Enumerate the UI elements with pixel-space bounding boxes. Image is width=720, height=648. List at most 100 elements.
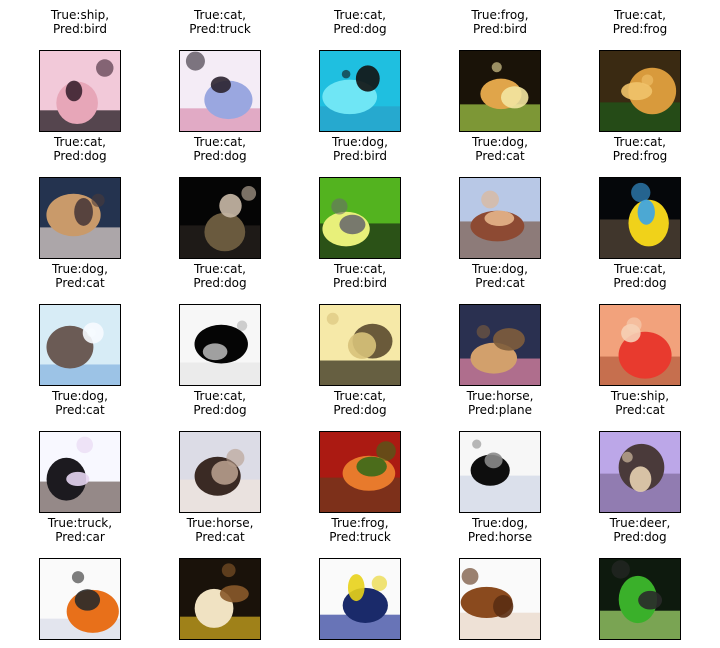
- image-detail: [74, 198, 93, 226]
- pred-label: Pred:cat: [475, 149, 525, 163]
- pred-label: Pred:dog: [613, 276, 667, 290]
- image-caption: True:frog, Pred:bird: [430, 8, 570, 36]
- sample-image: [179, 558, 261, 640]
- sample-image-content: [460, 305, 540, 385]
- true-label: True:truck,: [47, 516, 113, 530]
- image-highlight: [221, 563, 236, 578]
- image-detail: [347, 332, 377, 359]
- sample-image: [179, 304, 261, 386]
- image-caption: True:dog, Pred:cat: [10, 389, 150, 417]
- true-label: True:cat,: [193, 262, 246, 276]
- sample-image-content: [460, 51, 540, 131]
- sample-image: [39, 431, 121, 513]
- image-caption: True:cat, Pred:dog: [290, 389, 430, 417]
- image-highlight: [476, 325, 491, 339]
- image-detail: [210, 76, 231, 93]
- pred-label: Pred:dog: [53, 149, 107, 163]
- pred-label: Pred:dog: [333, 403, 387, 417]
- sample-image-content: [600, 51, 680, 131]
- true-label: True:dog,: [52, 389, 108, 403]
- image-highlight: [96, 59, 114, 77]
- grid-cell: True:dog, Pred:horse: [430, 516, 570, 640]
- image-highlight: [71, 571, 85, 584]
- pred-label: Pred:cat: [55, 276, 105, 290]
- true-label: True:cat,: [193, 389, 246, 403]
- true-label: True:dog,: [52, 262, 108, 276]
- pred-label: Pred:bird: [332, 149, 388, 163]
- image-highlight: [185, 51, 205, 71]
- sample-image-content: [180, 305, 260, 385]
- true-label: True:cat,: [613, 262, 666, 276]
- grid-cell: True:frog, Pred:bird: [430, 8, 570, 132]
- image-subject: [204, 212, 246, 252]
- image-caption: True:dog, Pred:cat: [430, 135, 570, 163]
- true-label: True:horse,: [186, 516, 254, 530]
- true-label: True:ship,: [50, 8, 110, 22]
- true-label: True:cat,: [193, 135, 246, 149]
- image-highlight: [491, 62, 502, 73]
- image-highlight: [371, 575, 388, 591]
- sample-image: [459, 177, 541, 259]
- sample-image: [39, 177, 121, 259]
- sample-image-content: [180, 432, 260, 512]
- true-label: True:cat,: [333, 262, 386, 276]
- image-caption: True:dog, Pred:horse: [430, 516, 570, 544]
- sample-image-content: [320, 432, 400, 512]
- pred-label: Pred:plane: [467, 403, 533, 417]
- pred-label: Pred:dog: [333, 22, 387, 36]
- true-label: True:frog,: [471, 8, 529, 22]
- pred-label: Pred:horse: [467, 530, 533, 544]
- image-detail: [219, 585, 249, 603]
- image-detail: [637, 199, 655, 225]
- image-detail: [500, 86, 529, 109]
- sample-image-content: [180, 51, 260, 131]
- image-caption: True:cat, Pred:dog: [10, 135, 150, 163]
- grid-cell: True:cat, Pred:dog: [10, 135, 150, 259]
- sample-image-content: [320, 51, 400, 131]
- image-detail: [629, 466, 652, 492]
- sample-image-content: [40, 432, 120, 512]
- grid-cell: True:deer, Pred:dog: [570, 516, 710, 640]
- sample-image-content: [460, 559, 540, 639]
- pred-label: Pred:dog: [193, 149, 247, 163]
- grid-cell: True:dog, Pred:cat: [430, 262, 570, 386]
- image-highlight: [236, 320, 248, 331]
- image-detail: [219, 193, 242, 218]
- true-label: True:cat,: [613, 8, 666, 22]
- grid-cell: True:cat, Pred:frog: [570, 135, 710, 259]
- pred-label: Pred:dog: [193, 276, 247, 290]
- image-caption: True:horse, Pred:cat: [150, 516, 290, 544]
- image-caption: True:cat, Pred:dog: [150, 262, 290, 290]
- image-highlight: [611, 560, 630, 579]
- sample-image-content: [600, 178, 680, 258]
- image-caption: True:cat, Pred:dog: [150, 389, 290, 417]
- grid-cell: True:ship, Pred:bird: [10, 8, 150, 132]
- image-caption: True:cat, Pred:dog: [570, 262, 710, 290]
- sample-image-content: [460, 178, 540, 258]
- image-highlight: [472, 439, 482, 449]
- sample-image: [459, 431, 541, 513]
- grid-cell: True:cat, Pred:dog: [290, 389, 430, 513]
- image-highlight: [241, 186, 257, 201]
- image-detail: [66, 471, 90, 487]
- sample-image-content: [180, 559, 260, 639]
- image-highlight: [631, 182, 651, 203]
- sample-image: [179, 177, 261, 259]
- sample-image: [319, 431, 401, 513]
- sample-image-content: [180, 178, 260, 258]
- image-highlight: [626, 317, 642, 333]
- pred-label: Pred:bird: [332, 276, 388, 290]
- true-label: True:frog,: [331, 516, 389, 530]
- true-label: True:dog,: [472, 516, 528, 530]
- grid-cell: True:horse, Pred:cat: [150, 516, 290, 640]
- grid-cell: True:dog, Pred:bird: [290, 135, 430, 259]
- grid-cell: True:frog, Pred:truck: [290, 516, 430, 640]
- sample-image-content: [600, 559, 680, 639]
- grid-cell: True:dog, Pred:cat: [430, 135, 570, 259]
- sample-image: [39, 558, 121, 640]
- grid-cell: True:cat, Pred:dog: [290, 8, 430, 132]
- image-detail: [347, 574, 365, 602]
- image-detail: [493, 594, 514, 618]
- image-detail: [484, 210, 515, 227]
- image-highlight: [481, 190, 499, 209]
